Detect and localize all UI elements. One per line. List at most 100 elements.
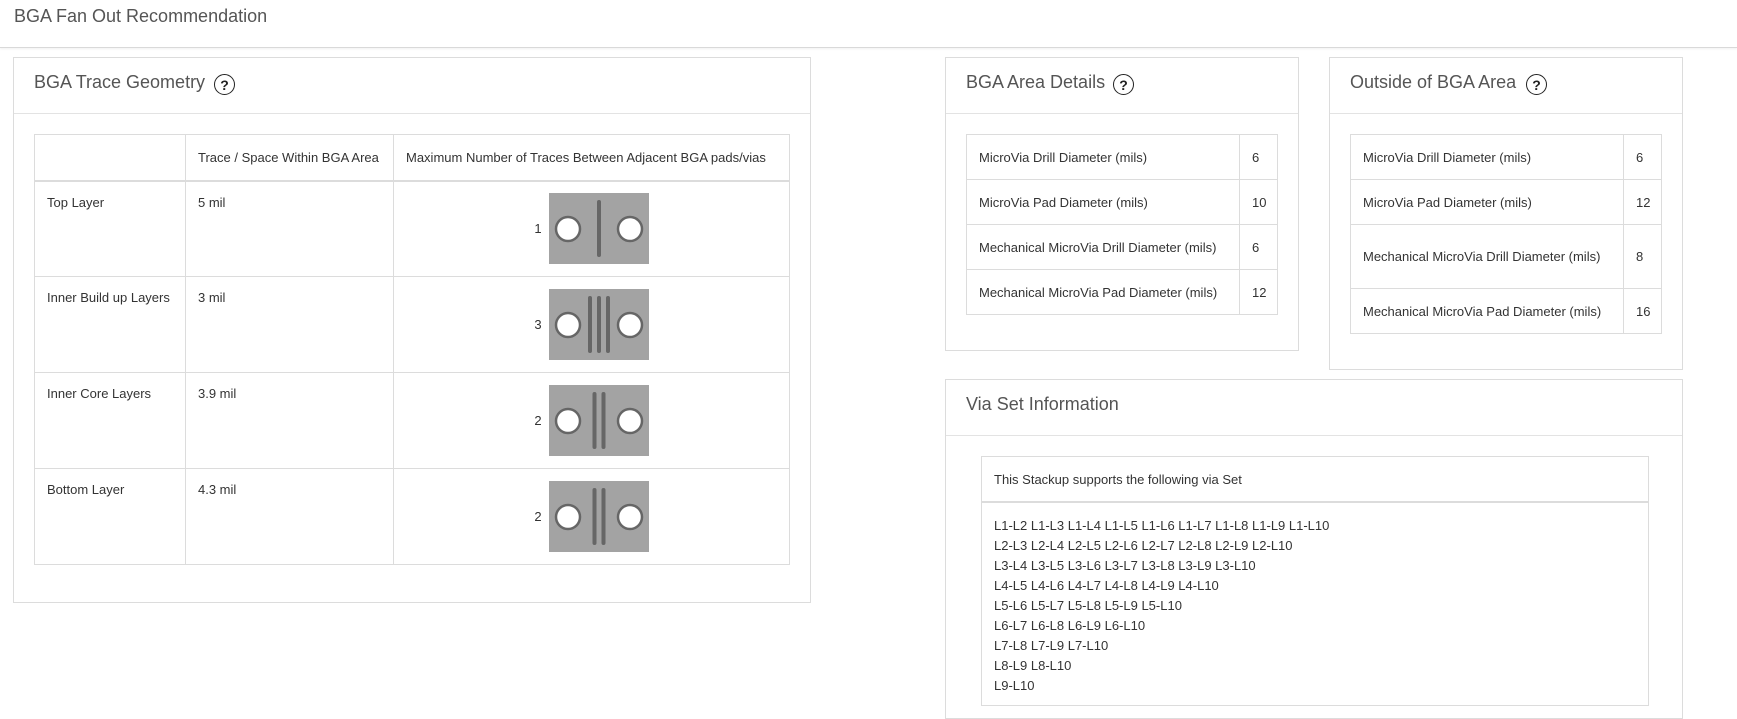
detail-value: 12 <box>1239 269 1278 315</box>
outside-bga-table: MicroVia Drill Diameter (mils) 6 MicroVi… <box>1350 134 1662 334</box>
max-traces-count: 1 <box>534 221 542 237</box>
detail-value: 12 <box>1623 179 1662 225</box>
trace-line <box>592 392 597 449</box>
detail-value: 8 <box>1623 224 1662 289</box>
trace-diagram <box>548 481 649 552</box>
column-header-trace-space: Trace / Space Within BGA Area <box>185 134 394 182</box>
pad-circle-left <box>554 407 581 435</box>
panel-title: Outside of BGA Area <box>1350 72 1517 92</box>
table-row: Mechanical MicroVia Drill Diameter (mils… <box>1350 224 1662 289</box>
via-set-line: L3-L4 L3-L5 L3-L6 L3-L7 L3-L8 L3-L9 L3-L… <box>994 558 1256 573</box>
layer-name: Bottom Layer <box>34 468 186 565</box>
detail-label: MicroVia Pad Diameter (mils) <box>966 179 1240 225</box>
trace-space-value: 3 mil <box>185 276 394 373</box>
trace-diagram <box>548 385 649 456</box>
max-traces-count: 2 <box>534 413 542 428</box>
trace-line <box>601 488 606 545</box>
panel-title: BGA Area Details <box>966 72 1106 92</box>
detail-value: 10 <box>1239 179 1278 225</box>
detail-value: 6 <box>1623 134 1662 180</box>
trace-space-value: 5 mil <box>185 180 394 277</box>
column-header-max-traces: Maximum Number of Traces Between Adjacen… <box>393 134 790 182</box>
panel-header: Outside of BGA Area ? <box>1330 58 1682 114</box>
trace-line <box>596 296 601 353</box>
trace-line <box>605 296 610 353</box>
panel-header: BGA Trace Geometry ? <box>14 58 810 114</box>
table-row: MicroVia Pad Diameter (mils) 10 <box>966 179 1278 225</box>
max-traces-cell: 3 <box>393 276 790 373</box>
detail-label: Mechanical MicroVia Drill Diameter (mils… <box>966 224 1240 270</box>
via-set-line: L1-L2 L1-L3 L1-L4 L1-L5 L1-L6 L1-L7 L1-L… <box>994 518 1330 533</box>
column-header-layer <box>34 134 186 182</box>
layer-name: Inner Core Layers <box>34 372 186 469</box>
via-set-line: L6-L7 L6-L8 L6-L9 L6-L10 <box>994 618 1146 633</box>
table-row: MicroVia Drill Diameter (mils) 6 <box>966 134 1278 180</box>
table-row: Bottom Layer 4.3 mil 2 <box>34 468 790 565</box>
trace-space-value: 3.9 mil <box>185 372 394 469</box>
via-set-list: L1-L2 L1-L3 L1-L4 L1-L5 L1-L6 L1-L7 L1-L… <box>982 503 1648 709</box>
via-set-line: L8-L9 L8-L10 <box>994 658 1072 673</box>
trace-line <box>592 488 597 545</box>
detail-label: Mechanical MicroVia Pad Diameter (mils) <box>966 269 1240 315</box>
trace-line <box>587 296 592 353</box>
via-set-box: This Stackup supports the following via … <box>981 456 1649 706</box>
trace-geometry-table: Trace / Space Within BGA Area Maximum Nu… <box>34 134 790 565</box>
detail-label: MicroVia Pad Diameter (mils) <box>1350 179 1624 225</box>
via-set-line: L2-L3 L2-L4 L2-L5 L2-L6 L2-L7 L2-L8 L2-L… <box>994 538 1293 553</box>
pad-circle-right <box>616 503 643 531</box>
pad-circle-right <box>616 311 643 339</box>
pad-circle-right <box>616 216 643 243</box>
detail-label: MicroVia Drill Diameter (mils) <box>966 134 1240 180</box>
table-row: MicroVia Pad Diameter (mils) 12 <box>1350 179 1662 225</box>
bga-area-table: MicroVia Drill Diameter (mils) 6 MicroVi… <box>966 134 1278 315</box>
via-set-panel: Via Set Information This Stackup support… <box>945 379 1683 719</box>
via-set-header: This Stackup supports the following via … <box>982 457 1648 503</box>
detail-label: Mechanical MicroVia Pad Diameter (mils) <box>1350 288 1624 334</box>
via-set-line: L5-L6 L5-L7 L5-L8 L5-L9 L5-L10 <box>994 598 1182 613</box>
table-row: Inner Core Layers 3.9 mil 2 <box>34 372 790 469</box>
help-question-icon[interactable]: ? <box>1113 74 1134 95</box>
trace-geometry-panel: BGA Trace Geometry ? Trace / Space Withi… <box>13 57 811 603</box>
detail-value: 6 <box>1239 134 1278 180</box>
trace-line <box>601 392 606 449</box>
max-traces-cell: 1 <box>393 180 790 277</box>
panel-header: BGA Area Details ? <box>946 58 1298 114</box>
trace-diagram <box>548 289 649 360</box>
table-row: MicroVia Drill Diameter (mils) 6 <box>1350 134 1662 180</box>
pad-circle-left <box>554 216 581 243</box>
pad-circle-left <box>554 503 581 531</box>
table-row: Mechanical MicroVia Pad Diameter (mils) … <box>966 269 1278 315</box>
help-question-icon[interactable]: ? <box>214 74 235 95</box>
max-traces-count: 2 <box>534 509 542 524</box>
detail-value: 16 <box>1623 288 1662 334</box>
via-set-line: L4-L5 L4-L6 L4-L7 L4-L8 L4-L9 L4-L10 <box>994 578 1219 593</box>
table-row: Inner Build up Layers 3 mil 3 <box>34 276 790 373</box>
panel-header: Via Set Information <box>946 380 1682 436</box>
page-header: BGA Fan Out Recommendation <box>0 0 1737 48</box>
pad-circle-left <box>554 311 581 339</box>
max-traces-cell: 2 <box>393 468 790 565</box>
table-row: Mechanical MicroVia Drill Diameter (mils… <box>966 224 1278 270</box>
trace-space-value: 4.3 mil <box>185 468 394 565</box>
trace-diagram <box>548 193 649 265</box>
max-traces-count: 3 <box>534 317 542 332</box>
pad-circle-right <box>616 407 643 435</box>
outside-bga-area-panel: Outside of BGA Area ? MicroVia Drill Dia… <box>1329 57 1683 370</box>
detail-value: 6 <box>1239 224 1278 270</box>
layer-name: Top Layer <box>34 180 186 277</box>
trace-line <box>596 200 601 258</box>
panel-title: Via Set Information <box>966 394 1119 414</box>
max-traces-cell: 2 <box>393 372 790 469</box>
help-question-icon[interactable]: ? <box>1526 74 1547 95</box>
bga-area-details-panel: BGA Area Details ? MicroVia Drill Diamet… <box>945 57 1299 351</box>
layer-name: Inner Build up Layers <box>34 276 186 373</box>
page-title: BGA Fan Out Recommendation <box>14 6 268 26</box>
table-row: Mechanical MicroVia Pad Diameter (mils) … <box>1350 288 1662 334</box>
detail-label: Mechanical MicroVia Drill Diameter (mils… <box>1350 224 1624 289</box>
panel-title: BGA Trace Geometry <box>34 72 206 92</box>
via-set-line: L7-L8 L7-L9 L7-L10 <box>994 638 1109 653</box>
detail-label: MicroVia Drill Diameter (mils) <box>1350 134 1624 180</box>
table-header-row: Trace / Space Within BGA Area Maximum Nu… <box>34 134 790 182</box>
via-set-line: L9-L10 <box>994 678 1035 693</box>
table-row: Top Layer 5 mil 1 <box>34 180 790 277</box>
